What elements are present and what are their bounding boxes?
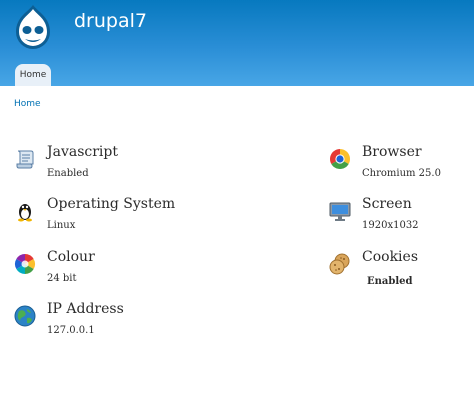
javascript-value: Enabled xyxy=(47,168,89,179)
colour-value: 24 bit xyxy=(47,273,77,284)
tab-home[interactable]: Home xyxy=(15,64,51,86)
drupal-logo-icon[interactable] xyxy=(12,3,54,51)
screen-value: 1920x1032 xyxy=(362,220,419,231)
os-value: Linux xyxy=(47,220,76,231)
color-wheel-icon xyxy=(15,254,35,274)
cookies-icon xyxy=(329,253,350,275)
browser-title: Browser xyxy=(362,144,422,160)
globe-icon xyxy=(14,305,36,327)
screen-title: Screen xyxy=(362,196,412,212)
chrome-icon xyxy=(330,149,350,169)
scroll-icon xyxy=(16,150,34,169)
ip-value: 127.0.0.1 xyxy=(47,325,95,336)
browser-value: Chromium 25.0 xyxy=(362,168,441,179)
javascript-title: Javascript xyxy=(47,144,118,160)
breadcrumb-home[interactable]: Home xyxy=(14,99,41,109)
ip-title: IP Address xyxy=(47,301,124,317)
site-header: drupal7 Home xyxy=(0,0,474,86)
monitor-icon xyxy=(329,202,351,221)
site-name[interactable]: drupal7 xyxy=(74,10,147,32)
os-title: Operating System xyxy=(47,196,176,212)
cookies-value: Enabled xyxy=(367,276,413,287)
colour-title: Colour xyxy=(47,249,95,265)
linux-penguin-icon xyxy=(18,204,32,222)
cookies-title: Cookies xyxy=(362,249,418,265)
